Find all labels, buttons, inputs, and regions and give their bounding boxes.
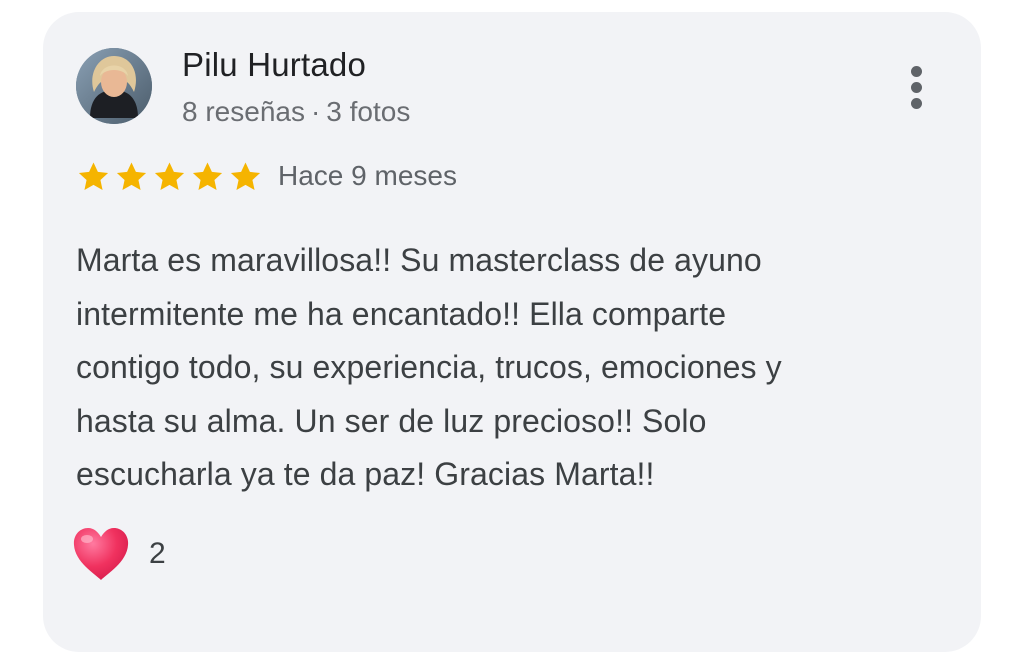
star-icon [192, 162, 223, 191]
more-vert-icon[interactable] [901, 64, 931, 112]
review-time: Hace 9 meses [278, 160, 457, 191]
photos-count: 3 fotos [326, 96, 411, 127]
reaction-count: 2 [149, 537, 166, 570]
reviewer-stats: 8 reseñas · 3 fotos [182, 96, 410, 128]
menu-dot [911, 98, 922, 109]
review-text: Marta es maravillosa!! Su masterclass de… [76, 242, 782, 492]
review-card: Pilu Hurtado 8 reseñas · 3 fotos Hace 9 me… [43, 12, 981, 652]
reviews-count: 8 reseñas [182, 96, 305, 127]
heart-icon [73, 528, 129, 580]
reviewer-name[interactable]: Pilu Hurtado [182, 46, 366, 84]
reaction-button[interactable]: 2 [71, 526, 166, 582]
star-rating [76, 160, 263, 194]
menu-dot [911, 66, 922, 77]
star-icon [78, 162, 109, 191]
star-icon [154, 162, 185, 191]
star-icon [116, 162, 147, 191]
separator: · [310, 96, 321, 127]
reviewer-avatar[interactable] [76, 48, 152, 124]
menu-dot [911, 82, 922, 93]
star-icon [230, 162, 261, 191]
